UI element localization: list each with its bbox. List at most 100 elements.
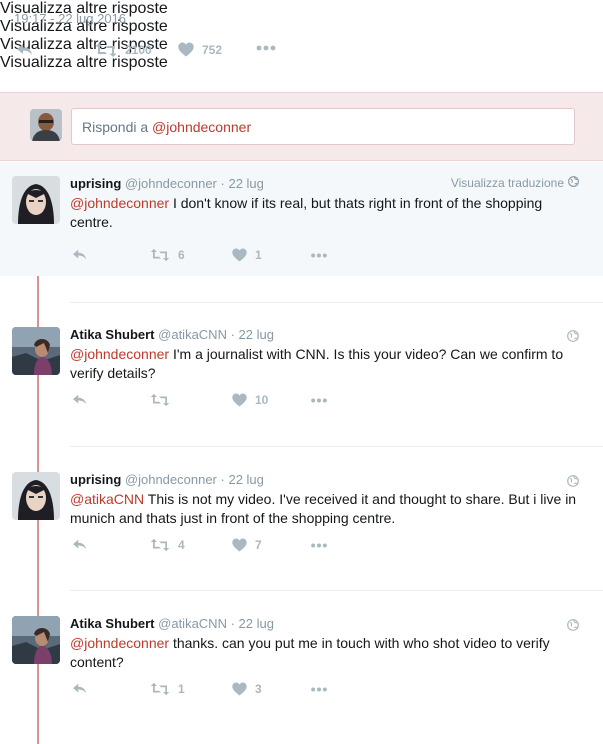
author-handle[interactable]: @johndeconner (125, 472, 217, 487)
reply-placeholder-prefix: Rispondi a (82, 119, 153, 135)
retweet-button[interactable]: 1 (150, 682, 185, 696)
mention-link[interactable]: @johndeconner (70, 346, 169, 362)
tweet-header: uprising @johndeconner · 22 lug (70, 176, 264, 191)
tweet-timestamp: 19:17 - 22 lug 2016 (14, 11, 127, 26)
retweet-count: 1 (178, 682, 185, 696)
reply-icon (72, 393, 88, 407)
reply-icon (72, 248, 88, 262)
more-button[interactable] (310, 398, 328, 403)
avatar[interactable] (12, 176, 60, 224)
tweet-date[interactable]: 22 lug (228, 472, 263, 487)
tweet-header: uprising @johndeconner · 22 lug (70, 472, 264, 487)
retweet-count: 4 (178, 538, 185, 552)
tweet-body: This is not my video. I've received it a… (70, 491, 577, 526)
heart-icon (232, 248, 247, 262)
like-count: 752 (202, 42, 223, 57)
like-button[interactable]: 7 (232, 538, 262, 552)
like-count: 3 (255, 682, 262, 696)
reply-tweet[interactable]: Atika Shubert @atikaCNN · 22 lug @johnde… (0, 313, 603, 433)
like-button[interactable]: 3 (232, 682, 262, 696)
mention-link[interactable]: @johndeconner (70, 635, 169, 651)
globe-icon (568, 176, 579, 190)
reply-composer: Rispondi a @johndeconner (0, 92, 603, 161)
more-button[interactable] (310, 543, 328, 548)
reply-button[interactable] (72, 393, 88, 407)
reply-input[interactable]: Rispondi a @johndeconner (71, 108, 575, 145)
divider (70, 302, 603, 303)
retweet-button[interactable]: 4 (150, 538, 185, 552)
tweet-actions: 6 1 (70, 248, 370, 266)
retweet-button[interactable]: 2100 (95, 42, 152, 58)
retweet-icon (150, 393, 170, 407)
tweet-text: @atikaCNN This is not my video. I've rec… (70, 490, 580, 528)
retweet-icon (150, 538, 170, 552)
like-button[interactable]: 10 (232, 393, 268, 407)
author-handle[interactable]: @johndeconner (125, 176, 217, 191)
translate-label: Visualizza traduzione (450, 176, 564, 190)
heart-icon (178, 42, 194, 57)
mention-link[interactable]: @johndeconner (70, 195, 169, 211)
dot-separator: · (230, 327, 239, 342)
avatar[interactable] (12, 327, 60, 375)
more-dots-icon (310, 398, 328, 403)
reply-tweet[interactable]: Atika Shubert @atikaCNN · 22 lug @johnde… (0, 602, 603, 722)
more-dots-icon (310, 253, 328, 258)
more-dots-icon (256, 45, 276, 51)
main-tweet-actions: 2100 752 (0, 40, 603, 64)
tweet-date[interactable]: 22 lug (239, 616, 274, 631)
avatar[interactable] (12, 616, 60, 664)
tweet-header: Atika Shubert @atikaCNN · 22 lug (70, 327, 274, 342)
author-name[interactable]: Atika Shubert (70, 327, 155, 342)
avatar[interactable] (12, 472, 60, 520)
dot-separator: · (230, 616, 239, 631)
reply-icon (16, 42, 34, 58)
author-name[interactable]: Atika Shubert (70, 616, 155, 631)
reply-button[interactable] (72, 248, 88, 262)
like-count: 7 (255, 538, 262, 552)
more-button[interactable] (310, 253, 328, 258)
retweet-count: 6 (178, 248, 185, 262)
reply-placeholder-mention: @johndeconner (152, 119, 252, 135)
more-dots-icon (310, 687, 328, 692)
tweet-header: Atika Shubert @atikaCNN · 22 lug (70, 616, 274, 631)
retweet-count: 2100 (125, 43, 152, 57)
tweet-actions: 10 (70, 393, 370, 411)
user-avatar (30, 109, 62, 141)
tweet-actions: 1 3 (70, 682, 370, 700)
more-dots-icon (310, 543, 328, 548)
heart-icon (232, 393, 247, 407)
heart-icon (232, 682, 247, 696)
translate-link[interactable]: Visualizza traduzione (451, 176, 579, 190)
retweet-icon (150, 248, 170, 262)
author-name[interactable]: uprising (70, 176, 121, 191)
author-handle[interactable]: @atikaCNN (158, 327, 227, 342)
reply-tweet[interactable]: uprising @johndeconner · 22 lug @atikaCN… (0, 458, 603, 578)
more-button[interactable] (310, 687, 328, 692)
retweet-button[interactable]: 6 (150, 248, 185, 262)
reply-icon (72, 538, 88, 552)
tweet-text: @johndeconner thanks. can you put me in … (70, 634, 580, 672)
reply-button[interactable] (16, 42, 34, 58)
tweet-actions: 4 7 (70, 538, 370, 556)
heart-icon (232, 538, 247, 552)
reply-button[interactable] (72, 682, 88, 696)
divider (70, 446, 603, 447)
like-count: 10 (255, 393, 269, 407)
reply-tweet[interactable]: uprising @johndeconner · 22 lug Visualiz… (0, 162, 603, 276)
author-name[interactable]: uprising (70, 472, 121, 487)
tweet-text: @johndeconner I'm a journalist with CNN.… (70, 345, 580, 383)
like-button[interactable]: 1 (232, 248, 262, 262)
divider (70, 590, 603, 591)
mention-link[interactable]: @atikaCNN (70, 491, 144, 507)
like-count: 1 (255, 248, 262, 262)
tweet-text: @johndeconner I don't know if its real, … (70, 194, 580, 232)
reply-icon (72, 682, 88, 696)
like-button[interactable]: 752 (178, 42, 222, 57)
more-button[interactable] (256, 45, 276, 51)
retweet-button[interactable] (150, 393, 178, 407)
retweet-icon (95, 42, 117, 58)
author-handle[interactable]: @atikaCNN (158, 616, 227, 631)
reply-button[interactable] (72, 538, 88, 552)
tweet-date[interactable]: 22 lug (239, 327, 274, 342)
tweet-date[interactable]: 22 lug (228, 176, 263, 191)
